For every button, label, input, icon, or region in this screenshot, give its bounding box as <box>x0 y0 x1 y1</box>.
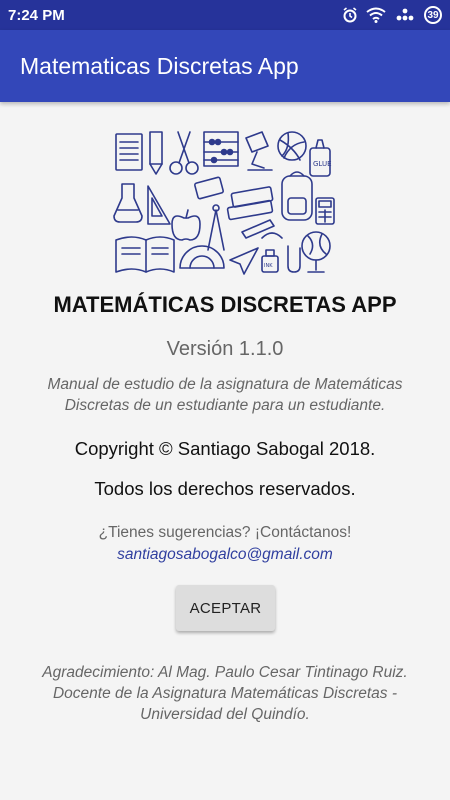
svg-text:GLUE: GLUE <box>313 160 332 168</box>
school-supplies-illustration: GLUE INK <box>113 131 335 275</box>
battery-icon: 39 <box>424 6 442 24</box>
suggestions-text: ¿Tienes sugerencias? ¡Contáctanos! <box>98 524 352 541</box>
copyright-text: Copyright © Santiago Sabogal 2018. <box>74 438 376 459</box>
acknowledgement-line-2: Docente de la Asignatura Matemáticas Dis… <box>52 685 398 702</box>
svg-text:INK: INK <box>264 263 273 269</box>
app-description: Manual de estudio de la asignatura de Ma… <box>47 376 403 414</box>
acknowledgement-line-1: Agradecimiento: Al Mag. Paulo Cesar Tint… <box>42 664 408 681</box>
wifi-icon <box>366 7 386 23</box>
acknowledgement-line-3: Universidad del Quindío. <box>140 706 310 723</box>
accept-button[interactable]: ACEPTAR <box>176 585 275 631</box>
contact-email-link[interactable]: santiagosabogalco@gmail.com <box>0 546 450 564</box>
signal-dots-icon <box>396 8 414 21</box>
status-icons: 39 <box>342 6 442 24</box>
rights-text: Todos los derechos reservados. <box>94 478 356 499</box>
app-bar-title: Matematicas Discretas App <box>20 52 299 79</box>
alarm-icon <box>343 7 357 23</box>
version-text: Versión 1.1.0 <box>166 338 284 360</box>
app-bar: Matematicas Discretas App <box>0 30 450 102</box>
status-time: 7:24 PM <box>8 6 65 24</box>
status-bar: 7:24 PM 39 <box>0 0 450 30</box>
about-title: MATEMÁTICAS DISCRETAS APP <box>53 292 397 317</box>
acknowledgement: Agradecimiento: Al Mag. Paulo Cesar Tint… <box>0 662 450 725</box>
battery-level: 39 <box>427 9 439 21</box>
